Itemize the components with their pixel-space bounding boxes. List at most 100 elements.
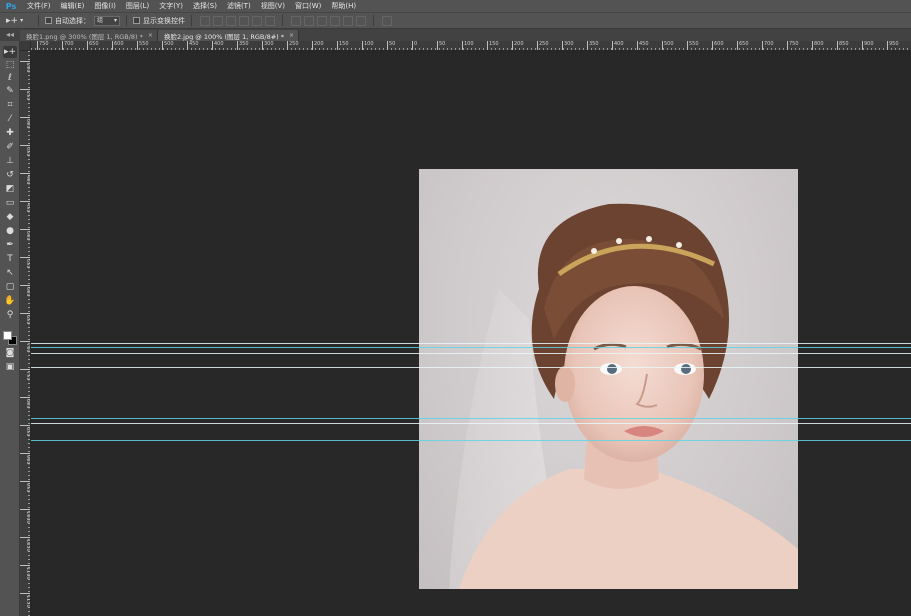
- shape-tool-icon[interactable]: ▢: [3, 281, 17, 293]
- eraser-tool-icon[interactable]: ◩: [3, 183, 17, 195]
- ruler-origin[interactable]: [20, 41, 31, 51]
- menu-window[interactable]: 窗口(W): [290, 1, 326, 11]
- tool-preset-picker[interactable]: ▸+ ▾: [6, 14, 32, 27]
- gradient-tool-icon[interactable]: ▭: [3, 197, 17, 209]
- guide-line[interactable]: [31, 353, 911, 354]
- tab-label: 换脸1.png @ 300% (图层 1, RGB/8) *: [26, 32, 143, 41]
- path-select-tool-icon[interactable]: ↖: [3, 267, 17, 279]
- ruler-left-label: 350: [20, 145, 30, 157]
- auto-select-dropdown[interactable]: 组: [94, 15, 120, 26]
- align-bottom-icon[interactable]: [225, 15, 236, 26]
- ruler-left-label: 200: [20, 61, 30, 73]
- ruler-top-label: 650: [87, 41, 99, 50]
- close-icon[interactable]: ×: [289, 32, 294, 39]
- ruler-left-label: 650: [20, 313, 30, 325]
- portrait-photo: [449, 203, 798, 589]
- marquee-tool-icon[interactable]: ⬚: [3, 59, 17, 71]
- ruler-left-label: 300: [20, 117, 30, 129]
- move-tool-icon: ▸+: [6, 15, 19, 26]
- ruler-top-label: 200: [512, 41, 524, 50]
- ruler-left-label: 1050: [20, 537, 30, 552]
- ruler-top-label: 850: [837, 41, 849, 50]
- ruler-left-label: 1000: [20, 509, 30, 524]
- ruler-left-label: 250: [20, 89, 30, 101]
- menu-view[interactable]: 视图(V): [256, 1, 290, 11]
- distribute-right-icon[interactable]: [355, 15, 366, 26]
- tab-document-1[interactable]: 换脸1.png @ 300% (图层 1, RGB/8) * ×: [20, 30, 158, 41]
- ruler-top-label: 300: [562, 41, 574, 50]
- align-right-icon[interactable]: [264, 15, 275, 26]
- quick-mask-icon[interactable]: ◙: [3, 347, 17, 359]
- ruler-left-label: 450: [20, 201, 30, 213]
- lasso-tool-icon[interactable]: ℓ: [3, 72, 17, 84]
- show-transform-checkbox[interactable]: [133, 17, 140, 24]
- collapse-panel-icon[interactable]: ◂◂: [0, 29, 20, 41]
- menu-image[interactable]: 图像(I): [89, 1, 121, 11]
- options-bar: ▸+ ▾ 自动选择： 组 显示变换控件: [0, 12, 911, 29]
- guide-line[interactable]: [31, 343, 911, 344]
- ruler-top-label: 750: [37, 41, 49, 50]
- align-top-icon[interactable]: [199, 15, 210, 26]
- auto-align-icon[interactable]: [381, 15, 392, 26]
- eyedropper-tool-icon[interactable]: ⁄: [3, 113, 17, 125]
- pen-tool-icon[interactable]: ✒: [3, 239, 17, 251]
- ruler-top-label: 150: [487, 41, 499, 50]
- auto-select-label: 自动选择：: [55, 16, 90, 25]
- menu-help[interactable]: 帮助(H): [326, 1, 361, 11]
- close-icon[interactable]: ×: [148, 32, 153, 39]
- distribute-hcenter-icon[interactable]: [342, 15, 353, 26]
- guide-line[interactable]: [31, 418, 911, 419]
- distribute-top-icon[interactable]: [290, 15, 301, 26]
- ruler-top-label: 400: [212, 41, 224, 50]
- ruler-top-label: 350: [587, 41, 599, 50]
- screen-mode-icon[interactable]: ▣: [3, 361, 17, 373]
- guide-line[interactable]: [31, 367, 911, 368]
- dodge-tool-icon[interactable]: ●: [3, 225, 17, 237]
- ruler-top-label: 250: [287, 41, 299, 50]
- guide-line[interactable]: [31, 440, 911, 441]
- menu-file[interactable]: 文件(F): [22, 1, 56, 11]
- crop-tool-icon[interactable]: ⌗: [3, 99, 17, 111]
- show-transform-label: 显示变换控件: [143, 16, 185, 25]
- quick-select-tool-icon[interactable]: ✎: [3, 85, 17, 97]
- menu-select[interactable]: 选择(S): [188, 1, 222, 11]
- history-brush-tool-icon[interactable]: ↺: [3, 169, 17, 181]
- horizontal-ruler[interactable]: 750 700 650 600 550 500 450 400 350 300 250 200 150 1…: [31, 41, 911, 51]
- vertical-ruler[interactable]: 200 250 300 350 400 450 500 550 600 650 700 750 800 8…: [20, 51, 31, 616]
- align-hcenter-icon[interactable]: [251, 15, 262, 26]
- align-vcenter-icon[interactable]: [212, 15, 223, 26]
- separator: [373, 15, 374, 26]
- guide-line[interactable]: [31, 423, 911, 424]
- document-image[interactable]: [419, 169, 798, 589]
- distribute-left-icon[interactable]: [329, 15, 340, 26]
- ruler-top-label: 50: [387, 41, 395, 50]
- clone-stamp-tool-icon[interactable]: ⊥: [3, 155, 17, 167]
- menu-type[interactable]: 文字(Y): [154, 1, 188, 11]
- separator: [38, 15, 39, 26]
- zoom-tool-icon[interactable]: ⚲: [3, 309, 17, 321]
- brush-tool-icon[interactable]: ✐: [3, 141, 17, 153]
- tab-label: 换脸2.jpg @ 100% (图层 1, RGB/8#) *: [163, 32, 284, 41]
- separator: [191, 15, 192, 26]
- menu-layer[interactable]: 图层(L): [121, 1, 154, 11]
- foreground-color-swatch[interactable]: [3, 331, 12, 340]
- healing-brush-tool-icon[interactable]: ✚: [3, 127, 17, 139]
- auto-select-checkbox[interactable]: [45, 17, 52, 24]
- tab-document-2[interactable]: 换脸2.jpg @ 100% (图层 1, RGB/8#) * ×: [157, 30, 300, 41]
- menu-filter[interactable]: 滤镜(T): [222, 1, 256, 11]
- distribute-vcenter-icon[interactable]: [303, 15, 314, 26]
- canvas-workspace[interactable]: [31, 51, 911, 616]
- hand-tool-icon[interactable]: ✋: [3, 295, 17, 307]
- align-left-icon[interactable]: [238, 15, 249, 26]
- move-tool-icon[interactable]: ▸+: [3, 46, 17, 58]
- distribute-bottom-icon[interactable]: [316, 15, 327, 26]
- ruler-top-label: 500: [662, 41, 674, 50]
- guide-line[interactable]: [31, 347, 911, 348]
- ruler-top-label: 400: [612, 41, 624, 50]
- blur-tool-icon[interactable]: ◆: [3, 211, 17, 223]
- document-tab-bar: ◂◂ 换脸1.png @ 300% (图层 1, RGB/8) * × 换脸2.…: [0, 29, 911, 41]
- type-tool-icon[interactable]: T: [3, 253, 17, 265]
- menu-edit[interactable]: 编辑(E): [56, 1, 90, 11]
- ruler-top-label: 600: [112, 41, 124, 50]
- ruler-top-label: 100: [462, 41, 474, 50]
